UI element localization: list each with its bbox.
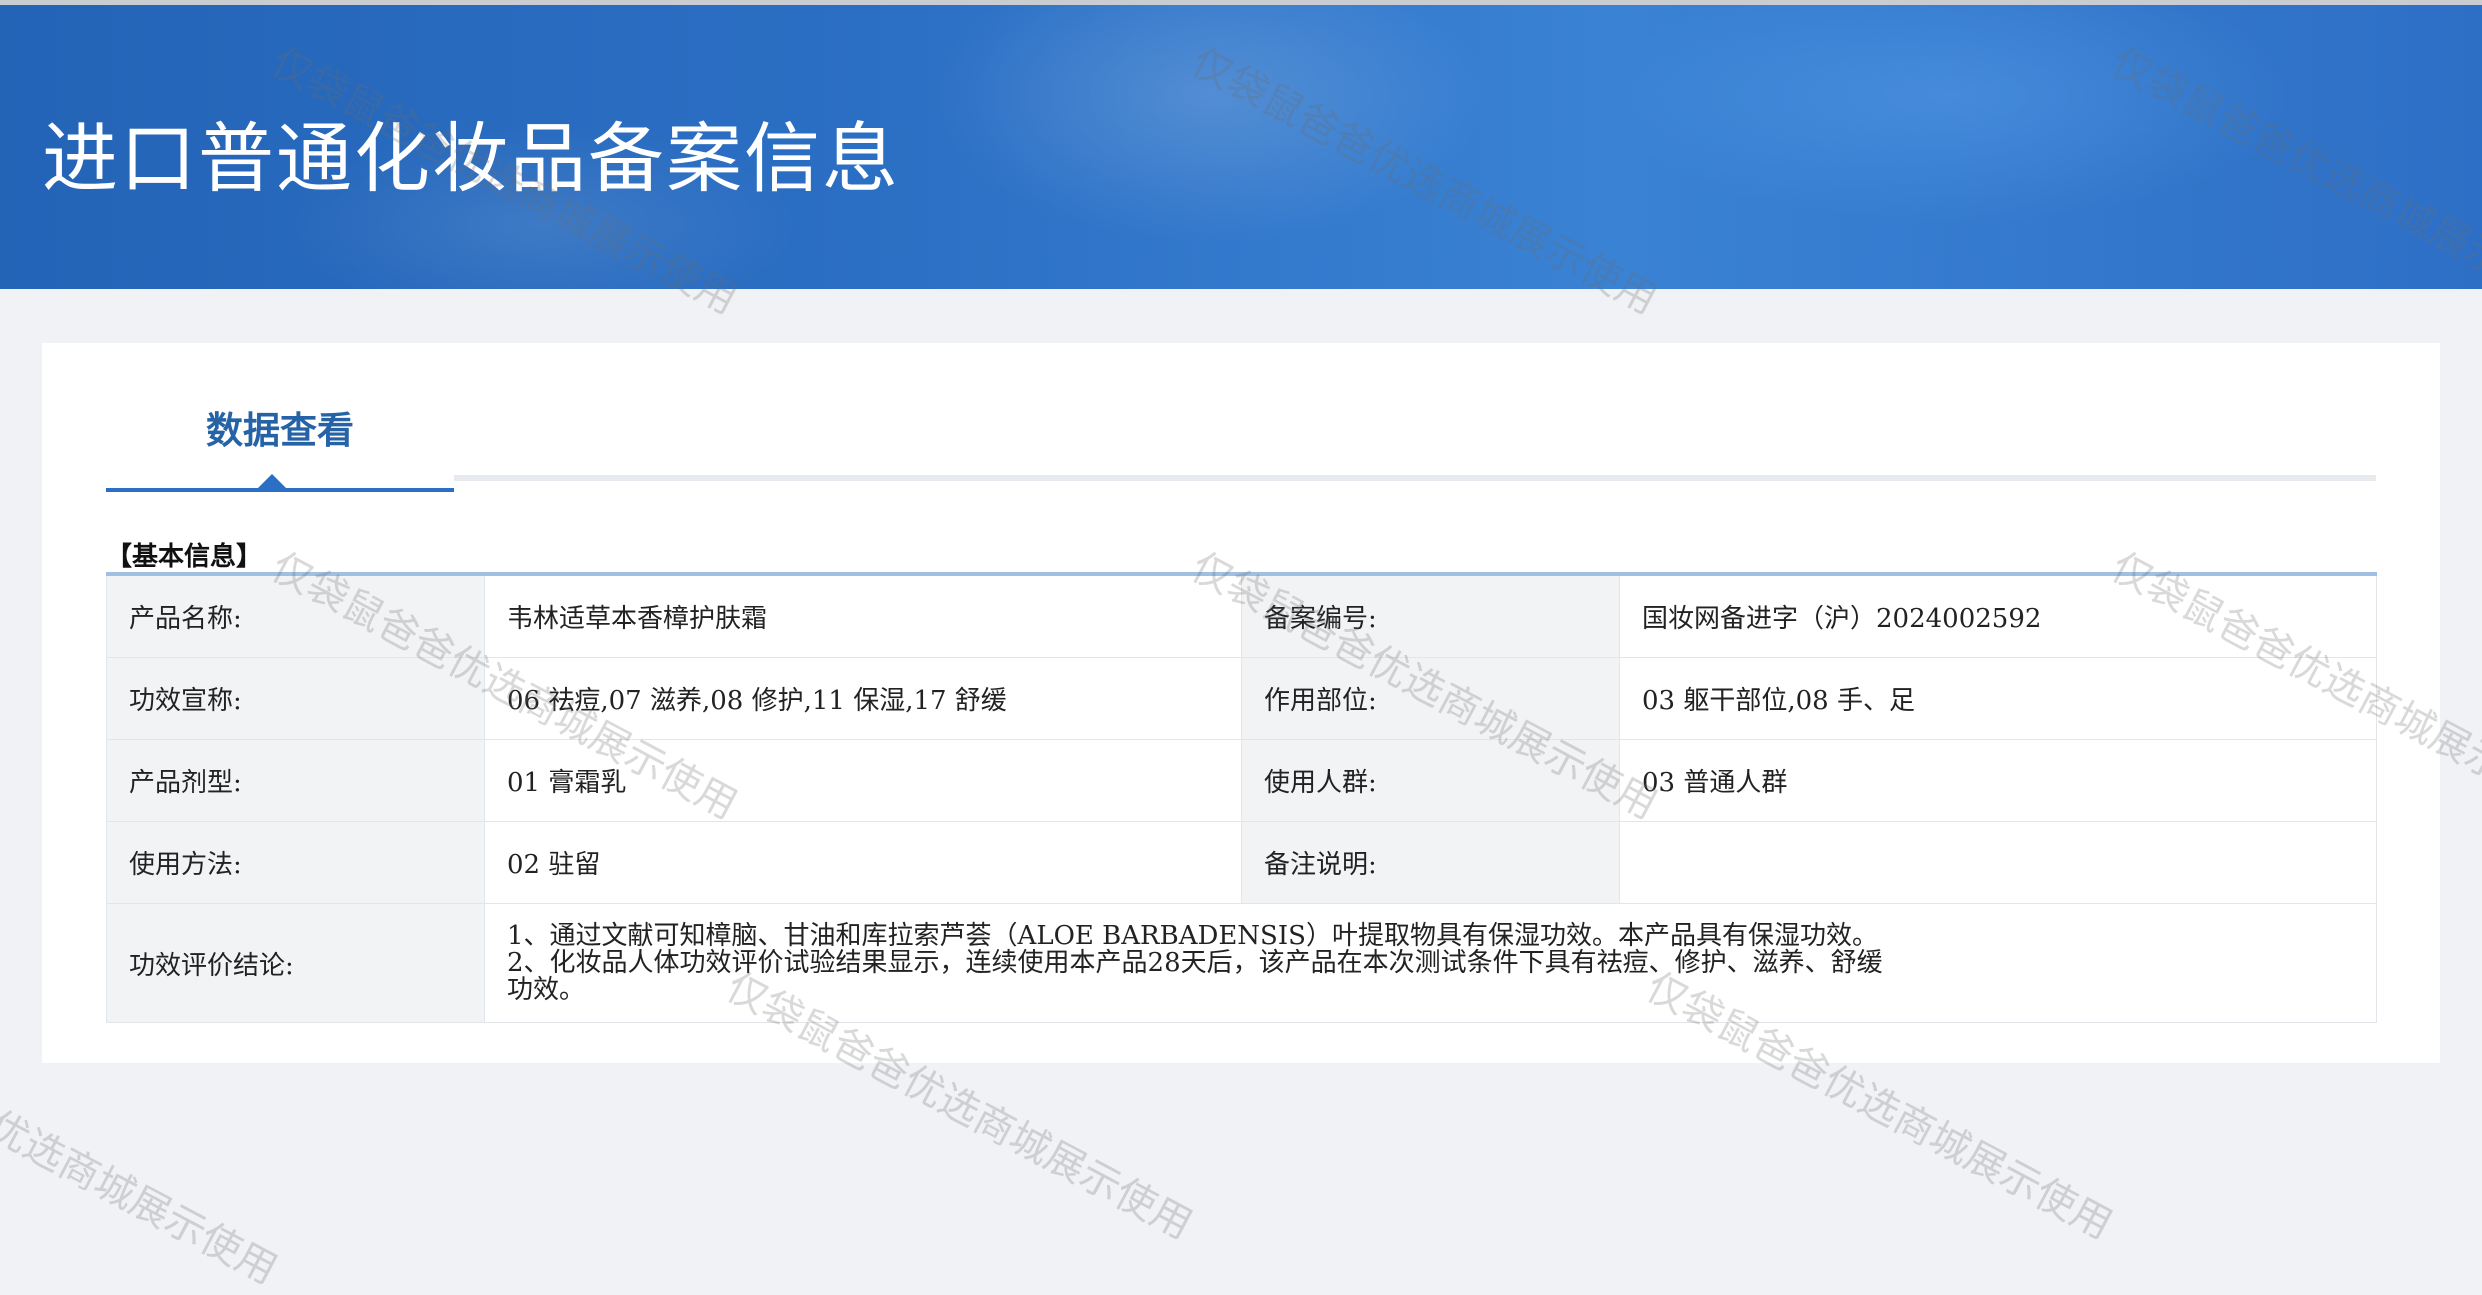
table-row: 使用方法: 02 驻留 备注说明: <box>106 821 2377 904</box>
field-label: 功效评价结论: <box>106 903 485 1023</box>
field-label: 产品剂型: <box>106 739 485 822</box>
page-title: 进口普通化妆品备案信息 <box>42 114 900 203</box>
field-value: 06 祛痘,07 滋养,08 修护,11 保湿,17 舒缓 <box>484 657 1242 740</box>
table-row: 产品剂型: 01 膏霜乳 使用人群: 03 普通人群 <box>106 739 2377 822</box>
tab-data-view[interactable]: 数据查看 <box>106 370 454 492</box>
active-tab-caret-icon <box>258 474 286 488</box>
field-label: 备案编号: <box>1241 573 1620 658</box>
table-row: 产品名称: 韦林适草本香樟护肤霜 备案编号: 国妆网备进字（沪）20240025… <box>106 573 2377 658</box>
field-value: 韦林适草本香樟护肤霜 <box>484 573 1242 658</box>
field-value: 01 膏霜乳 <box>484 739 1242 822</box>
field-value: 国妆网备进字（沪）2024002592 <box>1619 573 2377 658</box>
tab-label: 数据查看 <box>206 408 354 452</box>
field-label: 作用部位: <box>1241 657 1620 740</box>
table-row: 功效评价结论: 1、通过文献可知樟脑、甘油和库拉索芦荟（ALOE BARBADE… <box>106 903 2377 1023</box>
field-label: 使用人群: <box>1241 739 1620 822</box>
banner-decoration <box>930 5 1490 245</box>
field-label: 备注说明: <box>1241 821 1620 904</box>
field-label: 功效宣称: <box>106 657 485 740</box>
basic-info-table: 产品名称: 韦林适草本香樟护肤霜 备案编号: 国妆网备进字（沪）20240025… <box>106 572 2377 1023</box>
conclusion-line: 功效。 <box>507 974 586 1005</box>
field-label: 产品名称: <box>106 573 485 658</box>
field-value: 03 普通人群 <box>1619 739 2377 822</box>
section-title-basic-info: 【基本信息】 <box>106 542 263 572</box>
banner-decoration <box>1600 5 2300 225</box>
field-value: 02 驻留 <box>484 821 1242 904</box>
field-value: 03 躯干部位,08 手、足 <box>1619 657 2377 740</box>
field-label: 使用方法: <box>106 821 485 904</box>
table-row: 功效宣称: 06 祛痘,07 滋养,08 修护,11 保湿,17 舒缓 作用部位… <box>106 657 2377 740</box>
efficacy-conclusion-text: 1、通过文献可知樟脑、甘油和库拉索芦荟（ALOE BARBADENSIS）叶提取… <box>484 903 2377 1023</box>
conclusion-line: 2、化妆品人体功效评价试验结果显示，连续使用本产品28天后，该产品在本次测试条件… <box>507 947 1883 978</box>
tabs-divider <box>454 475 2376 481</box>
conclusion-line: 1、通过文献可知樟脑、甘油和库拉索芦荟（ALOE BARBADENSIS）叶提取… <box>507 920 1878 951</box>
field-value <box>1619 821 2377 904</box>
page-banner: 进口普通化妆品备案信息 <box>0 5 2482 289</box>
